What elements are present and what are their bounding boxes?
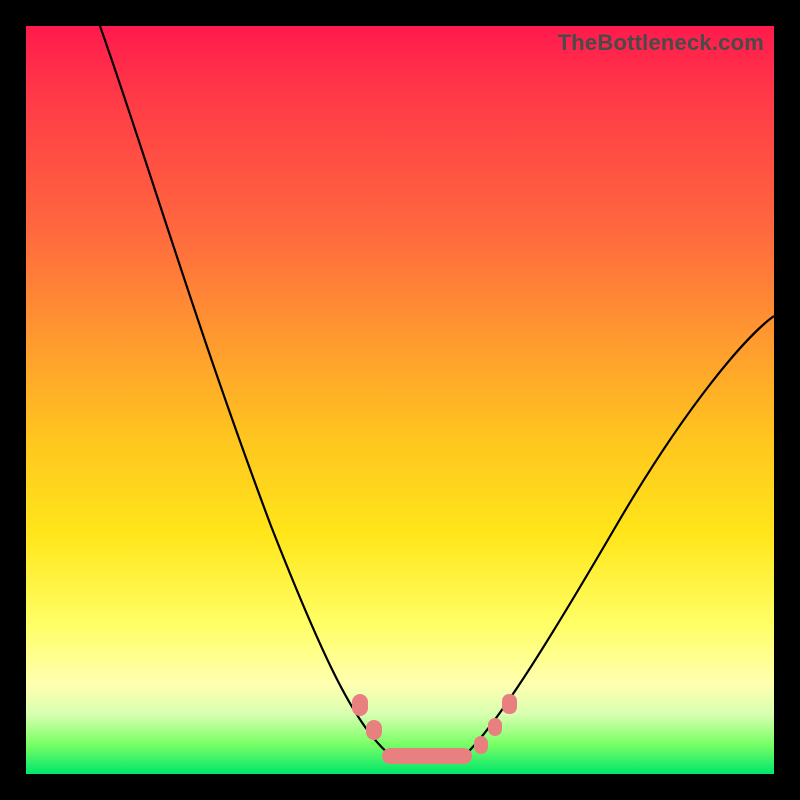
chart-svg bbox=[26, 26, 774, 774]
right-curve bbox=[464, 316, 774, 756]
left-curve bbox=[100, 26, 391, 756]
highlight-dots bbox=[352, 694, 517, 764]
chart-frame: TheBottleneck.com bbox=[0, 0, 800, 800]
plot-area: TheBottleneck.com bbox=[26, 26, 774, 774]
